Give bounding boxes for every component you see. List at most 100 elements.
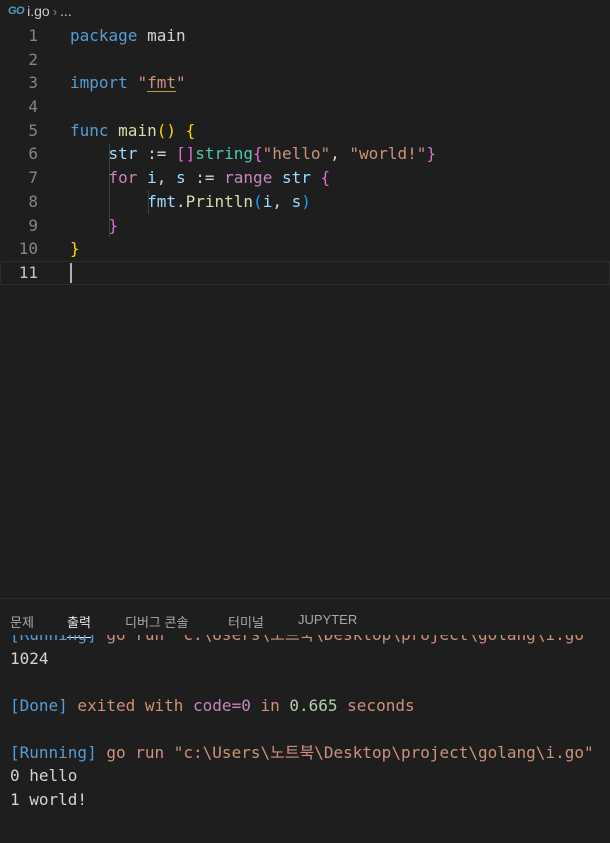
breadcrumb: GO i.go › ... [0, 0, 610, 22]
code-line[interactable]: 7 for i, s := range str { [0, 166, 610, 190]
panel-tab[interactable]: 터미널 [228, 612, 264, 631]
code-text: str := []string{"hello", "world!"} [70, 142, 437, 166]
panel-tabs: 문제 출력 디버그 콘솔 터미널 JUPYTER [0, 599, 610, 638]
code-line[interactable]: 8 fmt.Println(i, s) [0, 190, 610, 214]
code-token: for [108, 168, 138, 188]
panel-tab[interactable]: 문제 [10, 612, 34, 631]
panel-tab[interactable]: 디버그 콘솔 [125, 612, 188, 631]
code-token: := [137, 144, 176, 164]
code-token: { [253, 144, 263, 164]
code-line[interactable]: 5 func main() { [0, 119, 610, 143]
output-line: [Running] go run "c:\Users\노트북\Desktop\p… [0, 741, 610, 765]
line-number: 10 [18, 239, 38, 259]
code-token: } [70, 239, 80, 259]
go-file-icon: GO [8, 5, 25, 17]
code-token: package [70, 26, 138, 45]
output-text: [Running] [10, 742, 97, 762]
line-number: 9 [28, 215, 38, 235]
code-token: "world!" [349, 144, 427, 164]
indent-guide [148, 189, 149, 214]
code-token: i [262, 191, 273, 211]
code-line[interactable]: 9 } [0, 214, 610, 238]
bottom-panel: 문제 출력 디버그 콘솔 터미널 JUPYTER [Running] go run "c… [0, 598, 610, 843]
code-token: . [175, 191, 186, 211]
output-text: in [250, 695, 290, 715]
line-number: 3 [28, 73, 38, 93]
output-text: exited with [67, 695, 194, 715]
code-text: func main() { [70, 119, 195, 143]
code-line[interactable]: 6 str := []string{"hello", "world!"} [0, 142, 610, 166]
code-token: [] [175, 144, 196, 164]
code-token: , [272, 191, 292, 211]
output-line: 1024 [0, 647, 610, 671]
output-line: 0 hello [0, 764, 610, 788]
output-text: code=0 [193, 695, 251, 715]
line-number: 5 [28, 120, 38, 140]
code-token: main [137, 26, 186, 45]
code-token: str [281, 168, 311, 188]
line-number: 7 [28, 168, 38, 188]
code-token: { [185, 120, 196, 140]
text-cursor [70, 262, 72, 283]
code-token: Println [185, 191, 254, 211]
breadcrumb-ellipsis[interactable]: ... [60, 3, 72, 19]
output-text: go run "c:\Users\노트북\Desktop\project\gol… [96, 742, 594, 762]
output-text: 1024 [10, 648, 49, 668]
output-pane[interactable]: [Running] go run "c:\Users\노트북\Desktop\p… [0, 635, 610, 843]
code-line[interactable]: 1 package main [0, 24, 610, 48]
line-number: 11 [18, 262, 38, 282]
output-text: 0 hello [10, 766, 78, 785]
code-token: " [137, 73, 148, 93]
code-text: } [70, 214, 119, 238]
output-line: [Done] exited with code=0 in 0.665 secon… [0, 694, 610, 718]
code-token: "hello" [262, 144, 331, 164]
code-token: , [330, 144, 350, 164]
line-number: 6 [28, 144, 38, 164]
output-line: 1 world! [0, 788, 610, 812]
code-text: } [70, 237, 80, 261]
indent-guide [109, 142, 110, 238]
code-token: { [320, 168, 331, 188]
code-token: s [291, 191, 302, 211]
code-token: () [156, 120, 176, 140]
code-token: i [147, 168, 157, 188]
output-text: 1 world! [10, 789, 88, 809]
code-editor[interactable]: 1 package main 2 3 import "fmt" 4 5 func main()… [0, 24, 610, 598]
code-token: , [156, 168, 176, 188]
code-line[interactable]: 4 [0, 95, 610, 119]
code-text: package main [70, 24, 186, 48]
output-text: [Running] [10, 635, 97, 644]
code-line[interactable]: 2 [0, 48, 610, 72]
code-token: s [175, 168, 186, 188]
code-token: := [185, 168, 225, 188]
code-token: ) [301, 191, 311, 211]
code-token: string [195, 144, 254, 164]
code-line[interactable]: 3 import "fmt" [0, 71, 610, 95]
code-token: range [224, 168, 273, 188]
code-line[interactable]: 10} [0, 237, 610, 261]
panel-tab[interactable]: 출력 [67, 612, 91, 638]
output-text: go run "c:\Users\노트북\Desktop\project\gol… [97, 635, 593, 644]
code-line[interactable]: 11 [0, 260, 610, 285]
panel-tab[interactable]: JUPYTER [298, 612, 357, 627]
code-token: import [70, 73, 128, 93]
output-line: [Running] go run "c:\Users\노트북\Desktop\p… [0, 635, 610, 647]
line-number: 1 [28, 26, 38, 45]
code-text: import "fmt" [70, 71, 186, 95]
code-token: str [108, 144, 138, 164]
breadcrumb-file[interactable]: i.go [27, 3, 50, 19]
chevron-right-icon: › [52, 3, 58, 19]
code-token: fmt [147, 73, 176, 93]
code-token: } [426, 144, 437, 164]
line-number: 2 [28, 49, 38, 69]
output-text: [Done] [10, 695, 68, 715]
